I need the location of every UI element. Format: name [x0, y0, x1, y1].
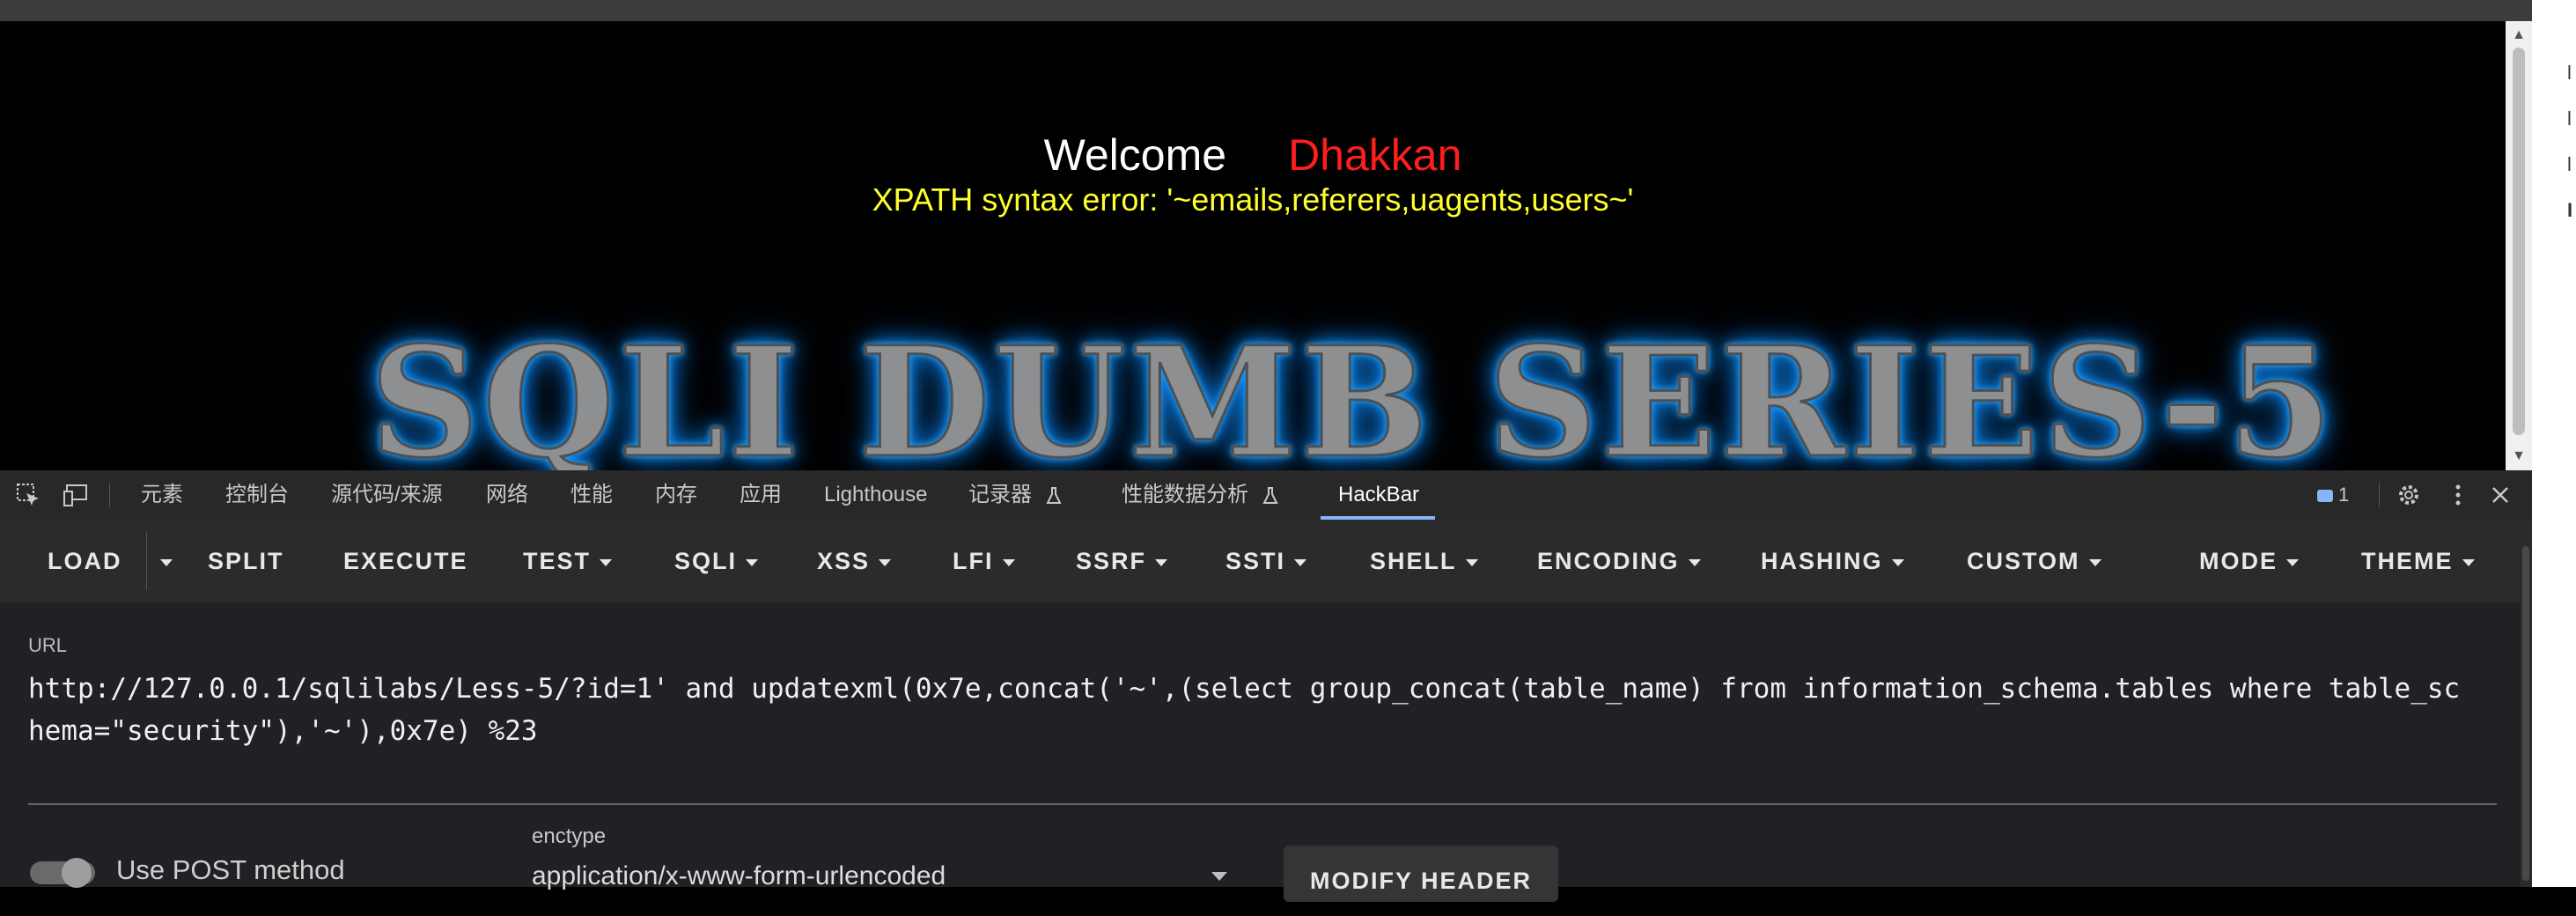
sqli-menu-label: SQLI	[674, 548, 738, 574]
xss-menu[interactable]: XSS	[817, 520, 892, 602]
sqli-menu[interactable]: SQLI	[674, 520, 759, 602]
more-options-icon[interactable]	[2444, 481, 2472, 509]
tab-application[interactable]: 应用	[740, 470, 782, 520]
custom-menu-label: CUSTOM	[1967, 548, 2080, 574]
page-scrollbar[interactable]: ▲ ▼	[2506, 21, 2532, 470]
banner-text: SQLI DUMB SERIES-5	[369, 313, 2337, 471]
scroll-up-arrow-icon[interactable]: ▲	[2506, 26, 2532, 44]
load-button[interactable]: LOAD	[48, 520, 122, 602]
tab-performance-insights[interactable]: 性能数据分析	[1122, 470, 1279, 520]
devtools-scrollbar-thumb[interactable]	[2522, 546, 2529, 881]
chevron-down-icon	[1002, 558, 1015, 566]
mode-menu[interactable]: MODE	[2199, 520, 2299, 602]
post-method-toggle[interactable]	[30, 858, 95, 888]
hackbar-toolbar: LOAD SPLIT EXECUTE TEST SQLI XSS LFI SSR…	[0, 520, 2520, 602]
devtools-scrollbar[interactable]	[2520, 520, 2532, 887]
url-input-underline	[28, 803, 2497, 805]
lfi-menu[interactable]: LFI	[953, 520, 1015, 602]
shell-menu[interactable]: SHELL	[1370, 520, 1478, 602]
hashing-menu-label: HASHING	[1761, 548, 1883, 574]
tab-console[interactable]: 控制台	[225, 470, 289, 520]
chevron-down-icon	[160, 558, 173, 566]
flask-icon	[1046, 486, 1062, 504]
page-viewport: Welcome Dhakkan XPATH syntax error: '~ema…	[0, 21, 2506, 470]
page-scrollbar-thumb[interactable]	[2513, 48, 2525, 435]
hackbar-body: URL http://127.0.0.1/sqlilabs/Less-5/?id…	[0, 602, 2520, 902]
modify-header-button[interactable]: MODIFY HEADER	[1284, 846, 1558, 902]
welcome-line: Welcome Dhakkan	[0, 129, 2506, 181]
xss-menu-label: XSS	[817, 548, 871, 574]
side-panel-glyph: l	[2567, 62, 2572, 84]
url-input[interactable]: http://127.0.0.1/sqlilabs/Less-5/?id=1' …	[28, 668, 2476, 752]
side-panel-glyph: I	[2567, 199, 2573, 221]
ssti-menu[interactable]: SSTI	[1225, 520, 1307, 602]
test-menu[interactable]: TEST	[523, 520, 613, 602]
enctype-label: enctype	[532, 824, 607, 848]
welcome-text: Welcome	[1043, 130, 1227, 180]
tab-elements[interactable]: 元素	[141, 470, 183, 520]
custom-menu[interactable]: CUSTOM	[1967, 520, 2101, 602]
ssrf-menu[interactable]: SSRF	[1076, 520, 1168, 602]
theme-menu-label: THEME	[2361, 548, 2454, 574]
tab-separator	[2379, 483, 2380, 507]
encoding-menu[interactable]: ENCODING	[1537, 520, 1701, 602]
split-button[interactable]: SPLIT	[208, 520, 284, 602]
post-method-label: Use POST method	[116, 854, 345, 885]
encoding-menu-label: ENCODING	[1537, 548, 1680, 574]
side-panel-glyph: l	[2567, 107, 2572, 129]
side-panel-glyph: l	[2567, 153, 2572, 175]
chevron-down-icon[interactable]	[1211, 872, 1227, 881]
ssrf-menu-label: SSRF	[1076, 548, 1147, 574]
tab-performance-insights-label: 性能数据分析	[1122, 483, 1248, 506]
tab-memory[interactable]: 内存	[655, 470, 697, 520]
tab-performance[interactable]: 性能	[570, 470, 613, 520]
flask-icon	[1262, 486, 1278, 504]
tab-separator	[109, 483, 110, 507]
tab-sources[interactable]: 源代码/来源	[331, 470, 443, 520]
side-panel-edge: l l l I	[2532, 0, 2576, 887]
toggle-knob	[62, 858, 92, 888]
device-toolbar-icon[interactable]	[62, 481, 90, 509]
xpath-error-message: XPATH syntax error: '~emails,referers,ua…	[872, 181, 1634, 218]
chevron-down-icon	[2462, 558, 2475, 566]
tab-recorder[interactable]: 记录器	[968, 470, 1063, 520]
scroll-down-arrow-icon[interactable]: ▼	[2506, 447, 2532, 465]
chevron-down-icon	[600, 558, 613, 566]
sqli-banner-image: SQLI DUMB SERIES-5	[369, 313, 2337, 471]
tab-hackbar[interactable]: HackBar	[1338, 470, 1419, 520]
chevron-down-icon	[1155, 558, 1168, 566]
username-text: Dhakkan	[1288, 130, 1462, 180]
load-options-dropdown[interactable]	[151, 520, 173, 602]
execute-button[interactable]: EXECUTE	[343, 520, 468, 602]
chevron-down-icon	[1688, 558, 1701, 566]
chevron-down-icon	[879, 558, 892, 566]
url-field-label: URL	[28, 634, 68, 656]
theme-menu[interactable]: THEME	[2361, 520, 2475, 602]
toolbar-divider	[146, 532, 147, 590]
lfi-menu-label: LFI	[953, 548, 994, 574]
tab-lighthouse[interactable]: Lighthouse	[824, 470, 927, 520]
devtools-tab-bar: 元素 控制台 源代码/来源 网络 性能 内存 应用 Lighthouse 记录器…	[0, 470, 2532, 521]
message-bubble-icon	[2317, 490, 2333, 503]
close-icon[interactable]	[2486, 481, 2514, 509]
test-menu-label: TEST	[523, 548, 592, 574]
browser-top-strip	[0, 0, 2576, 21]
tab-network[interactable]: 网络	[486, 470, 528, 520]
tab-recorder-label: 记录器	[968, 483, 1032, 506]
mode-menu-label: MODE	[2199, 548, 2278, 574]
issues-counter[interactable]: 1	[2317, 483, 2349, 507]
chevron-down-icon	[2286, 558, 2299, 566]
chevron-down-icon	[746, 558, 759, 566]
ssti-menu-label: SSTI	[1225, 548, 1286, 574]
hashing-menu[interactable]: HASHING	[1761, 520, 1904, 602]
shell-menu-label: SHELL	[1370, 548, 1457, 574]
devtools-panel: 元素 控制台 源代码/来源 网络 性能 内存 应用 Lighthouse 记录器…	[0, 470, 2532, 902]
gear-icon[interactable]	[2395, 481, 2423, 509]
chevron-down-icon	[1891, 558, 1904, 566]
chevron-down-icon	[1294, 558, 1307, 566]
chevron-down-icon	[1465, 558, 1478, 566]
inspect-element-icon[interactable]	[14, 481, 42, 509]
issues-count: 1	[2338, 484, 2350, 506]
chevron-down-icon	[2088, 558, 2101, 566]
